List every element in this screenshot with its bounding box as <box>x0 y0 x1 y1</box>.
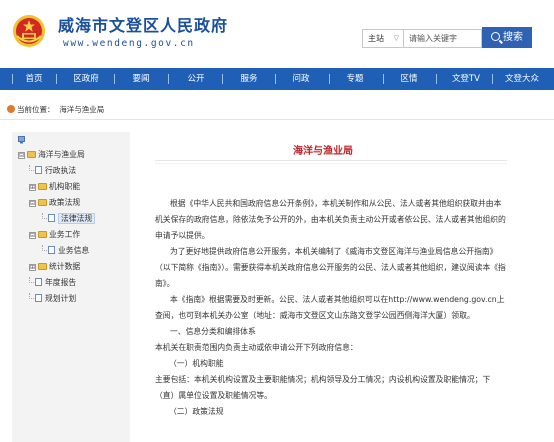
collapse-icon[interactable]: ⊟ <box>29 200 36 207</box>
sidebar-item-business[interactable]: ⊟ 业务工作 <box>29 228 80 241</box>
nav-item-wendeng-tv[interactable]: 文登TV <box>452 68 480 90</box>
nav-item-disclosure[interactable]: 公开 <box>187 68 204 90</box>
folder-icon <box>27 151 36 158</box>
sidebar-item-label: 统计数据 <box>49 262 81 271</box>
nav-item-news[interactable]: 要闻 <box>132 68 149 90</box>
sidebar-item-label: 行政执法 <box>45 166 77 175</box>
folder-icon <box>38 231 47 238</box>
sidebar-item-marine-fishery[interactable]: ⊟ 海洋与渔业局 <box>18 148 85 161</box>
collapse-icon[interactable]: ⊟ <box>29 232 36 239</box>
search-input[interactable]: 请输入关键字 <box>404 29 482 48</box>
site-url: www.wendeng.gov.cn <box>63 38 195 49</box>
main-nav: 首页 区政府 要闻 公开 服务 问政 专题 区情 文登TV 文登大众 <box>0 68 554 90</box>
tree-connector <box>29 165 34 171</box>
nav-item-inquiry[interactable]: 问政 <box>292 68 309 90</box>
sidebar-tree: ⊟ 海洋与渔业局 行政执法 ⊞ 机构职能 ⊟ 政策法规 法律法规 ⊟ 业务工作 业务信息… <box>12 132 130 442</box>
nav-item-district-gov[interactable]: 区政府 <box>73 68 99 90</box>
search-button-label: 搜索 <box>503 32 523 43</box>
nav-divider <box>222 74 223 84</box>
page-title: 海洋与渔业局 <box>293 146 353 157</box>
article-paragraph: 为了更好地提供政府信息公开服务，本机关编制了《威海市文登区海洋与渔业局信息公开指… <box>155 247 506 288</box>
sidebar-item-business-info[interactable]: 业务信息 <box>42 244 89 257</box>
sidebar-item-statistics[interactable]: ⊞ 统计数据 <box>29 260 80 273</box>
article-paragraph: 本机关在职责范围内负责主动或依申请公开下列政府信息： <box>155 343 358 352</box>
tree-connector <box>29 293 34 299</box>
sidebar-item-label: 业务工作 <box>49 230 81 239</box>
breadcrumb-prefix: 当前位置： <box>17 105 55 114</box>
collapse-icon[interactable]: ⊟ <box>18 152 25 159</box>
nav-divider <box>436 74 437 84</box>
search-scope-label: 主站 <box>368 34 384 43</box>
tree-connector <box>29 277 34 283</box>
expand-icon[interactable]: ⊞ <box>29 184 36 191</box>
sidebar-item-label: 海洋与渔业局 <box>38 150 85 159</box>
section-heading: 一、信息分类和编排体系 <box>170 327 256 336</box>
article-paragraph: 根据《中华人民共和国政府信息公开条例》，本机关制作和从公民、法人或者其他组织获取… <box>155 199 506 240</box>
sidebar-item-laws[interactable]: 法律法规 <box>42 212 96 225</box>
divider <box>155 163 507 164</box>
nav-item-home[interactable]: 首页 <box>25 68 42 90</box>
nav-divider <box>56 74 57 84</box>
site-title[interactable]: 威海市文登区人民政府 <box>58 12 228 36</box>
article-body: 根据《中华人民共和国政府信息公开条例》，本机关制作和从公民、法人或者其他组织获取… <box>155 196 507 420</box>
nav-divider <box>329 74 330 84</box>
page-icon <box>48 246 55 254</box>
search-button[interactable]: 搜索 <box>482 27 532 48</box>
folder-icon <box>38 183 47 190</box>
nav-divider <box>492 74 493 84</box>
tree-root-icon <box>18 136 25 144</box>
breadcrumb: 当前位置： 海洋与渔业局 <box>7 104 104 115</box>
folder-icon <box>38 263 47 270</box>
nav-divider <box>383 74 384 84</box>
subsection-heading: （二）政策法规 <box>169 407 224 416</box>
sidebar-item-label: 法律法规 <box>58 213 96 224</box>
sidebar-item-annual-report[interactable]: 年度报告 <box>29 276 76 289</box>
search-scope-select[interactable]: 主站 ▽ <box>362 29 404 48</box>
nav-item-services[interactable]: 服务 <box>240 68 257 90</box>
subsection-heading: （一）机构职能 <box>169 359 224 368</box>
page-icon <box>35 278 42 286</box>
national-emblem-icon[interactable] <box>12 14 46 48</box>
nav-divider <box>12 74 13 84</box>
expand-icon[interactable]: ⊞ <box>29 264 36 271</box>
chevron-down-icon: ▽ <box>393 34 399 42</box>
tree-connector <box>42 245 47 251</box>
sidebar-item-label: 规划计划 <box>45 294 77 303</box>
folder-icon <box>38 199 47 206</box>
search-icon <box>491 32 500 41</box>
nav-divider <box>275 74 276 84</box>
sidebar-item-label: 机构职能 <box>49 182 81 191</box>
sidebar-item-law-enforcement[interactable]: 行政执法 <box>29 164 76 177</box>
divider <box>155 160 507 161</box>
divider <box>0 119 554 120</box>
article-paragraph: 主要包括：本机关机构设置及主要职能情况；机构领导及分工情况；内设机构设置及职能情… <box>155 375 491 400</box>
nav-divider <box>114 74 115 84</box>
article-paragraph: 本《指南》根据需要及时更新。公民、法人或者其他组织可以在http://www.w… <box>155 295 505 320</box>
nav-divider <box>168 74 169 84</box>
site-header: 威海市文登区人民政府 www.wendeng.gov.cn 主站 ▽ 请输入关键… <box>0 0 554 62</box>
sidebar-item-label: 业务信息 <box>58 246 90 255</box>
home-icon <box>7 105 15 113</box>
nav-item-topics[interactable]: 专题 <box>346 68 363 90</box>
breadcrumb-current[interactable]: 海洋与渔业局 <box>59 105 104 114</box>
sidebar-item-planning[interactable]: 规划计划 <box>29 292 76 305</box>
sidebar-item-label: 年度报告 <box>45 278 77 287</box>
nav-item-district-info[interactable]: 区情 <box>400 68 417 90</box>
sidebar-item-label: 政策法规 <box>49 198 81 207</box>
page-icon <box>48 214 55 222</box>
page-icon <box>35 166 42 174</box>
page-icon <box>35 294 42 302</box>
nav-item-wendeng-public[interactable]: 文登大众 <box>505 68 539 90</box>
tree-connector <box>42 213 47 219</box>
sidebar-item-policies[interactable]: ⊟ 政策法规 <box>29 196 80 209</box>
sidebar-item-functions[interactable]: ⊞ 机构职能 <box>29 180 80 193</box>
